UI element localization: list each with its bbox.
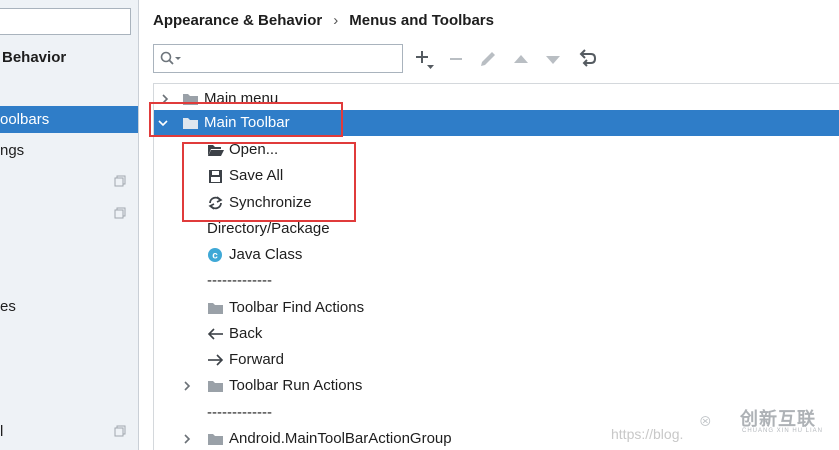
folder-icon	[208, 303, 223, 314]
sidebar-item-l[interactable]: l	[0, 420, 3, 444]
copy-icon	[114, 175, 126, 187]
sidebar-item-menus-toolbars[interactable]: oolbars	[0, 106, 138, 133]
move-down-icon[interactable]	[542, 48, 564, 70]
breadcrumb: Appearance & Behavior › Menus and Toolbars	[153, 10, 494, 32]
remove-icon[interactable]	[446, 48, 468, 70]
tree-search-input[interactable]	[153, 44, 403, 73]
highlight-box-toolbar-actions	[182, 142, 356, 222]
tree-row-toolbar-run-actions[interactable]: Toolbar Run Actions	[154, 373, 839, 399]
brand-logo-icon	[700, 416, 711, 426]
tree-row-java-class[interactable]: c Java Class	[154, 242, 839, 268]
settings-search-input[interactable]	[0, 8, 131, 35]
folder-icon	[208, 381, 223, 392]
watermark-logo-subtext: CHUANG XIN HU LIAN	[742, 428, 824, 434]
menu-tree: Main menu Main Toolbar Open... Save All …	[153, 83, 839, 450]
tree-row-label: Java Class	[229, 246, 303, 263]
move-up-icon[interactable]	[510, 48, 532, 70]
breadcrumb-separator: ›	[333, 12, 339, 29]
edit-icon[interactable]	[477, 48, 499, 70]
tree-row-back[interactable]: Back	[154, 321, 839, 347]
tree-row-separator[interactable]: -------------	[154, 268, 839, 294]
settings-sidebar: Behavior oolbars ngs es l	[0, 0, 139, 450]
breadcrumb-parent[interactable]: Appearance & Behavior	[153, 12, 322, 29]
tree-row-label: -------------	[207, 272, 272, 289]
tree-row-label: Toolbar Find Actions	[229, 299, 365, 316]
sidebar-item-label: oolbars	[0, 111, 50, 128]
folder-icon	[208, 434, 223, 445]
sidebar-item-appearance-behavior[interactable]: Behavior	[2, 46, 66, 70]
search-icon	[160, 51, 181, 65]
sidebar-item-settings[interactable]: ngs	[0, 139, 24, 163]
tree-row-label: Back	[229, 325, 263, 342]
svg-text:c: c	[212, 251, 218, 262]
arrow-right-icon	[208, 354, 224, 366]
restore-icon[interactable]	[576, 48, 598, 70]
tree-row-label: Android.MainToolBarActionGroup	[229, 430, 452, 447]
watermark-url: https://blog.	[611, 426, 684, 442]
java-class-icon: c	[208, 248, 222, 262]
chevron-right-icon[interactable]	[181, 433, 193, 445]
add-icon[interactable]	[414, 48, 436, 70]
sidebar-item-es[interactable]: es	[0, 295, 16, 319]
chevron-right-icon[interactable]	[181, 380, 193, 392]
highlight-box-main-toolbar	[149, 102, 343, 137]
tree-row-label: -------------	[207, 404, 272, 421]
tree-row-toolbar-find-actions[interactable]: Toolbar Find Actions	[154, 295, 839, 321]
breadcrumb-current: Menus and Toolbars	[349, 12, 494, 29]
tree-row-label: Toolbar Run Actions	[229, 377, 363, 394]
tree-row-label: Forward	[229, 351, 285, 368]
arrow-left-icon	[207, 328, 223, 340]
copy-icon	[114, 425, 126, 437]
copy-icon	[114, 207, 126, 219]
tree-row-forward[interactable]: Forward	[154, 347, 839, 373]
